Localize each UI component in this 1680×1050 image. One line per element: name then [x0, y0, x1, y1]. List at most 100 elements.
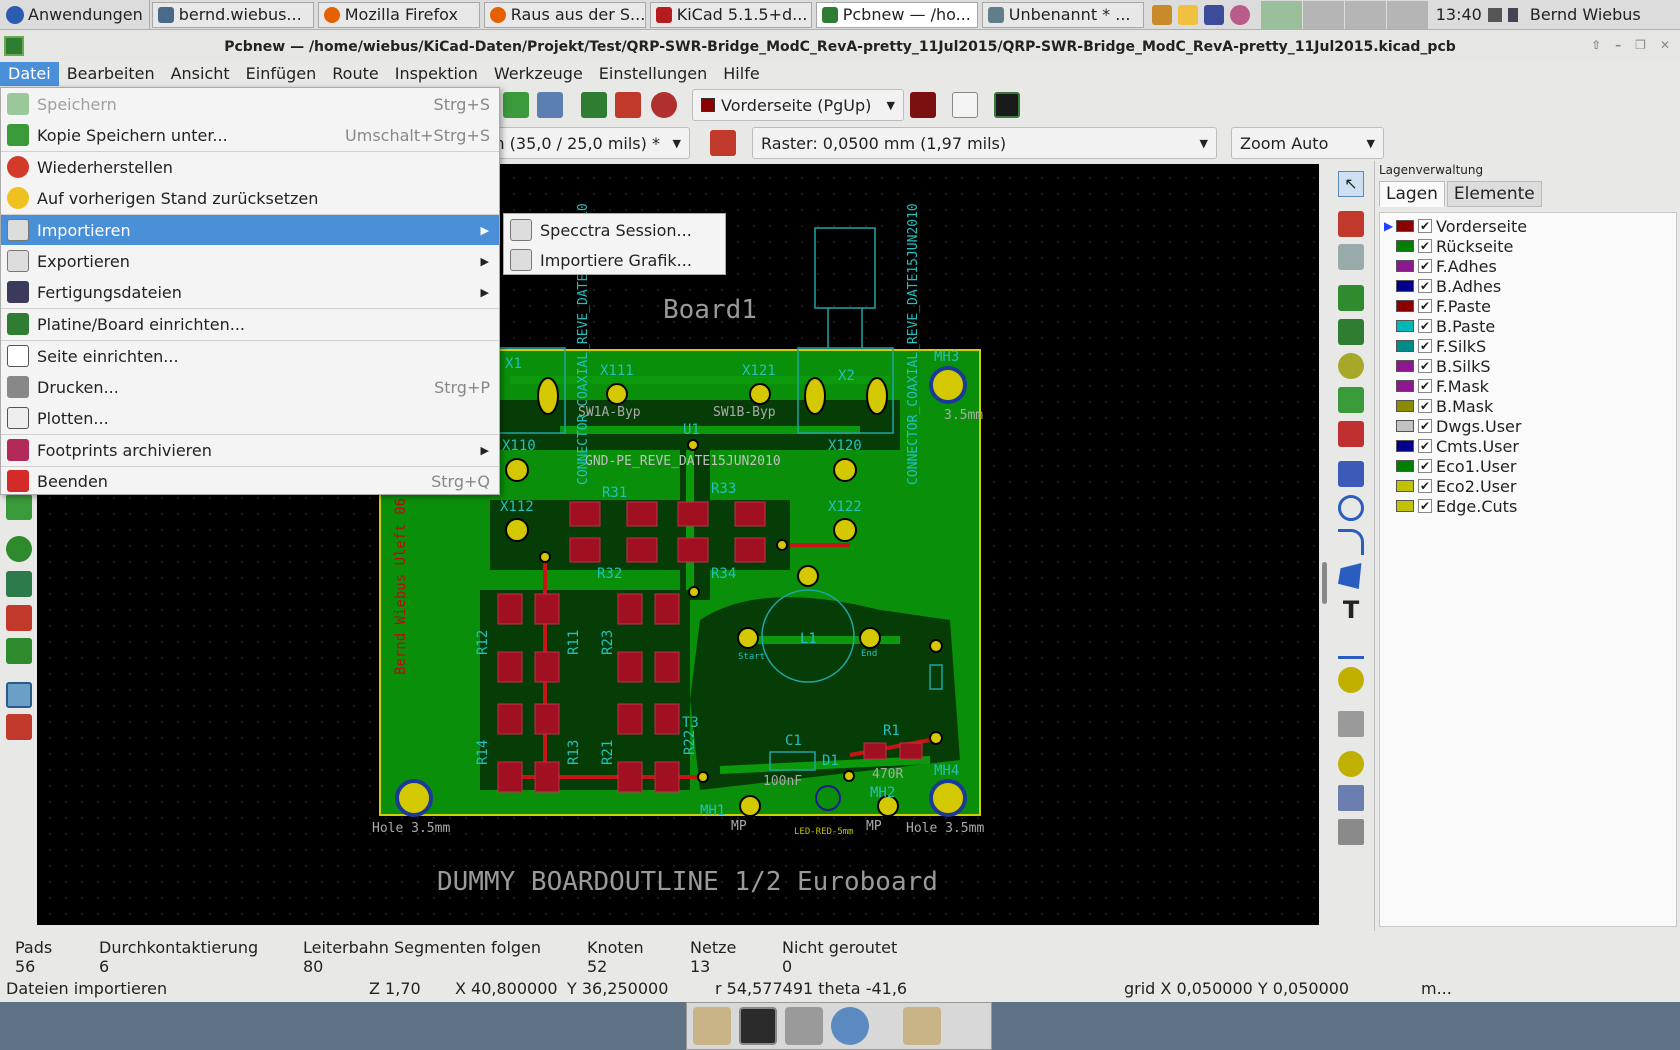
- autoroute-icon[interactable]: [952, 92, 978, 118]
- menu-hilfe[interactable]: Hilfe: [715, 62, 767, 86]
- task-terminal[interactable]: bernd.wiebus...: [151, 1, 314, 28]
- volume-icon[interactable]: [1507, 7, 1524, 22]
- drc-bug-icon[interactable]: [651, 92, 677, 118]
- layer-color-swatch[interactable]: [1396, 240, 1414, 252]
- via-display-icon[interactable]: [6, 638, 32, 664]
- footprint-viewer-icon[interactable]: [537, 92, 563, 118]
- layer-color-swatch[interactable]: [1396, 220, 1414, 232]
- menu-item-fabrication[interactable]: Fertigungsdateien ▶: [1, 277, 499, 307]
- tray-app-icon[interactable]: [1229, 4, 1250, 25]
- add-zone-icon[interactable]: [1338, 387, 1364, 413]
- layer-row[interactable]: ✔ F.Adhes: [1384, 256, 1497, 276]
- close-icon[interactable]: ✕: [1660, 38, 1670, 52]
- local-ratsnest-icon[interactable]: [1338, 244, 1364, 270]
- layer-color-swatch[interactable]: [1396, 400, 1414, 412]
- workspace-1[interactable]: [1259, 0, 1302, 29]
- auto-track-width-icon[interactable]: [710, 130, 736, 156]
- layer-color-swatch[interactable]: [1396, 460, 1414, 472]
- draw-circle-icon[interactable]: [1338, 495, 1364, 521]
- scripting-console-icon[interactable]: [994, 92, 1020, 118]
- menu-bearbeiten[interactable]: Bearbeiten: [59, 62, 163, 86]
- layer-color-swatch[interactable]: [1396, 360, 1414, 372]
- menu-werkzeuge[interactable]: Werkzeuge: [486, 62, 591, 86]
- grid-origin-icon[interactable]: [1338, 785, 1364, 811]
- user-name[interactable]: Bernd Wiebus: [1530, 5, 1641, 24]
- layer-row[interactable]: ▶ ✔ Vorderseite: [1384, 216, 1527, 236]
- high-contrast-icon[interactable]: [6, 682, 32, 708]
- layer-row[interactable]: ✔ Eco2.User: [1384, 476, 1516, 496]
- layer-color-swatch[interactable]: [1396, 320, 1414, 332]
- highlight-net-tool-icon[interactable]: [1338, 211, 1364, 237]
- menu-item-page-setup[interactable]: Seite einrichten...: [1, 341, 499, 371]
- layer-visible-checkbox[interactable]: ✔: [1418, 359, 1432, 373]
- workspace-2[interactable]: [1301, 0, 1344, 29]
- draw-polygon-icon[interactable]: [1338, 563, 1362, 589]
- footprint-editor-icon[interactable]: [503, 92, 529, 118]
- tray-app-icon[interactable]: [1151, 4, 1172, 25]
- layer-select[interactable]: Vorderseite (PgUp) ▼: [692, 89, 904, 121]
- layer-visible-checkbox[interactable]: ✔: [1418, 259, 1432, 273]
- menu-inspektion[interactable]: Inspektion: [387, 62, 486, 86]
- add-text-icon[interactable]: T: [1338, 597, 1364, 623]
- track-width-select[interactable]: m (35,0 / 25,0 mils) * ▼: [480, 127, 690, 159]
- clock[interactable]: 13:40: [1436, 5, 1482, 24]
- layer-visible-checkbox[interactable]: ✔: [1418, 219, 1432, 233]
- layer-color-swatch[interactable]: [1396, 280, 1414, 292]
- tray-app-icon[interactable]: [1203, 4, 1224, 25]
- select-arrow-icon[interactable]: ↖: [1338, 171, 1364, 197]
- layer-row[interactable]: ✔ Edge.Cuts: [1384, 496, 1517, 516]
- restore-up-icon[interactable]: ⇧: [1591, 38, 1601, 52]
- window-titlebar[interactable]: Pcbnew — /home/wiebus/KiCad-Daten/Projek…: [0, 30, 1680, 64]
- layer-row[interactable]: ✔ Cmts.User: [1384, 436, 1519, 456]
- web-browser-icon[interactable]: [831, 1007, 869, 1045]
- layer-visible-checkbox[interactable]: ✔: [1418, 419, 1432, 433]
- grid-select[interactable]: Raster: 0,0500 mm (1,97 mils) ▼: [752, 127, 1217, 159]
- layer-row[interactable]: ✔ Dwgs.User: [1384, 416, 1521, 436]
- menu-item-print[interactable]: Drucken... Strg+P: [1, 372, 499, 402]
- menu-item-export[interactable]: Exportieren ▶: [1, 246, 499, 276]
- layer-color-swatch[interactable]: [1396, 380, 1414, 392]
- home-folder-icon[interactable]: [693, 1007, 731, 1045]
- workspace-4[interactable]: [1385, 0, 1428, 29]
- layer-row[interactable]: ✔ B.Mask: [1384, 396, 1493, 416]
- tab-lagen[interactable]: Lagen: [1379, 181, 1445, 207]
- tab-elemente[interactable]: Elemente: [1446, 181, 1542, 207]
- layer-visible-checkbox[interactable]: ✔: [1418, 459, 1432, 473]
- menu-item-specctra-session[interactable]: Specctra Session...: [504, 215, 725, 245]
- highlight-net-icon[interactable]: [6, 494, 32, 520]
- menu-item-quit[interactable]: Beenden Strg+Q: [1, 466, 499, 496]
- workspace-switcher[interactable]: [1259, 0, 1428, 29]
- draw-line-icon[interactable]: [1338, 461, 1364, 487]
- task-firefox[interactable]: Mozilla Firefox: [317, 1, 480, 28]
- keepout-area-icon[interactable]: [1338, 421, 1364, 447]
- menu-item-save-copy[interactable]: Kopie Speichern unter... Umschalt+Strg+S: [1, 120, 499, 150]
- layer-color-swatch[interactable]: [1396, 260, 1414, 272]
- folder-icon[interactable]: [903, 1007, 941, 1045]
- layer-row[interactable]: ✔ Rückseite: [1384, 236, 1513, 256]
- layer-color-swatch[interactable]: [1396, 340, 1414, 352]
- layer-visible-checkbox[interactable]: ✔: [1418, 399, 1432, 413]
- layer-row[interactable]: ✔ F.Mask: [1384, 376, 1489, 396]
- layer-color-swatch[interactable]: [1396, 300, 1414, 312]
- vertical-scrollbar[interactable]: [1319, 164, 1330, 925]
- layer-visible-checkbox[interactable]: ✔: [1418, 379, 1432, 393]
- layer-visible-checkbox[interactable]: ✔: [1418, 299, 1432, 313]
- layer-visible-checkbox[interactable]: ✔: [1418, 239, 1432, 253]
- layer-row[interactable]: ✔ Eco1.User: [1384, 456, 1516, 476]
- menu-item-import[interactable]: Importieren ▶: [1, 215, 499, 245]
- layer-row[interactable]: ✔ F.SilkS: [1384, 336, 1486, 356]
- menu-item-save[interactable]: Speichern Strg+S: [1, 89, 499, 119]
- network-icon[interactable]: [1487, 7, 1502, 22]
- add-via-icon[interactable]: [1338, 353, 1364, 379]
- menu-item-import-graphics[interactable]: Importiere Grafik...: [504, 245, 725, 275]
- show-ratsnest-icon[interactable]: [6, 536, 32, 562]
- set-origin-icon[interactable]: [1338, 751, 1364, 777]
- menu-item-board-setup[interactable]: Platine/Board einrichten...: [1, 309, 499, 339]
- add-dimension-icon[interactable]: [1338, 633, 1364, 659]
- measure-icon[interactable]: [1338, 819, 1364, 845]
- menu-einfuegen[interactable]: Einfügen: [238, 62, 325, 86]
- layers-manager-icon[interactable]: [6, 714, 32, 740]
- menu-route[interactable]: Route: [324, 62, 386, 86]
- notes-icon[interactable]: [1177, 4, 1198, 25]
- layer-row[interactable]: ✔ B.Paste: [1384, 316, 1495, 336]
